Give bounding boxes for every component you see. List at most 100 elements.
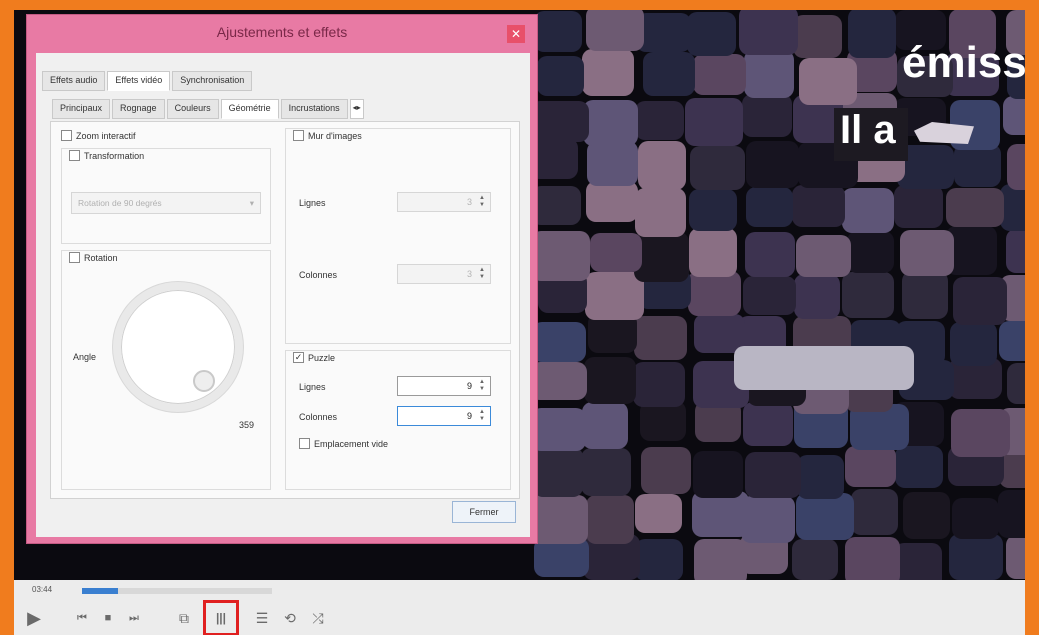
transform-label: Transformation [84, 150, 145, 161]
wall-cols-spinbox[interactable]: 3 ▲ ▼ [397, 264, 491, 284]
puzzle-label: Puzzle [308, 352, 336, 363]
puzzle-piece [949, 534, 1004, 580]
puzzle-piece [635, 101, 684, 140]
close-button[interactable]: Fermer [452, 501, 516, 523]
blank-slot-checkbox[interactable] [299, 438, 310, 449]
dial-knob[interactable] [193, 370, 215, 392]
puzzle-piece [531, 186, 582, 225]
puzzle-piece [584, 272, 645, 321]
puzzle-checkbox[interactable]: ✓ [293, 352, 304, 363]
zoom-label: Zoom interactif [76, 130, 136, 141]
puzzle-piece [850, 489, 899, 535]
wall-cols-label: Colonnes [299, 270, 338, 280]
puzzle-piece [1006, 363, 1025, 405]
subtab-crop[interactable]: Rognage [112, 99, 165, 119]
puzzle-piece [688, 189, 738, 232]
subtab-colors[interactable]: Couleurs [166, 99, 219, 119]
puzzle-piece [741, 93, 792, 138]
puzzle-piece [791, 185, 845, 227]
puzzle-piece [531, 322, 587, 363]
puzzle-piece [530, 361, 587, 401]
puzzle-piece [894, 185, 944, 228]
transform-checkbox[interactable] [69, 150, 80, 161]
playlist-icon[interactable]: ☰ [252, 608, 272, 628]
puzzle-piece [635, 493, 683, 534]
subtab-geometry[interactable]: Géométrie [220, 99, 279, 119]
blank-slot-checkbox-row[interactable]: Emplacement vide [299, 438, 388, 449]
puzzle-lines-value: 9 [466, 381, 472, 391]
puzzle-lines-spinbox[interactable]: 9 ▲ ▼ [397, 376, 491, 396]
puzzle-piece [791, 538, 838, 580]
zoom-checkbox-row[interactable]: Zoom interactif [61, 130, 136, 141]
spin-arrows-icon[interactable]: ▲ ▼ [476, 195, 488, 209]
rotation-checkbox[interactable] [69, 252, 80, 263]
previous-icon[interactable]: ⏮ [72, 608, 92, 628]
puzzle-cols-spinbox[interactable]: 9 ▲ ▼ [397, 406, 491, 426]
seek-bar[interactable] [82, 588, 272, 594]
angle-dial[interactable] [113, 282, 243, 412]
dialog-title: Ajustements et effets [216, 24, 348, 40]
transform-select-value: Rotation de 90 degrés [78, 198, 162, 208]
subtab-overlay[interactable]: Incrustations [280, 99, 348, 119]
puzzle-piece [798, 58, 857, 106]
transform-checkbox-row[interactable]: Transformation [69, 150, 144, 161]
puzzle-cols-label: Colonnes [299, 412, 338, 422]
puzzle-piece [590, 233, 643, 273]
puzzle-piece [1006, 534, 1025, 579]
stop-icon[interactable]: ■ [98, 608, 118, 628]
seek-progress [82, 588, 119, 594]
puzzle-piece [586, 10, 645, 51]
play-icon[interactable]: ▶ [24, 608, 44, 628]
spin-arrows-icon[interactable]: ▲ ▼ [476, 379, 488, 393]
puzzle-piece [582, 100, 639, 146]
fullscreen-icon[interactable]: ⧉ [174, 608, 194, 628]
puzzle-piece [793, 273, 840, 319]
close-icon[interactable]: ✕ [507, 25, 525, 43]
dialog-titlebar[interactable]: Ajustements et effets ✕ [27, 15, 537, 53]
tab-audio-effects[interactable]: Effets audio [42, 71, 106, 91]
puzzle-piece [796, 234, 851, 277]
puzzle-piece [639, 401, 686, 442]
spin-arrows-icon[interactable]: ▲ ▼ [476, 267, 488, 281]
adjustments-dialog: Ajustements et effets ✕ Effets audio Eff… [26, 14, 538, 544]
puzzle-piece [847, 10, 897, 58]
rotation-checkbox-row[interactable]: Rotation [69, 252, 118, 263]
tab-synchronization[interactable]: Synchronisation [172, 71, 253, 91]
puzzle-piece [841, 188, 894, 234]
wall-label: Mur d'images [308, 130, 362, 141]
tab-video-effects[interactable]: Effets vidéo [107, 71, 171, 91]
wall-cols-value: 3 [466, 269, 472, 279]
loop-icon[interactable]: ⟲ [280, 608, 300, 628]
puzzle-piece [530, 100, 589, 143]
wall-lines-spinbox[interactable]: 3 ▲ ▼ [397, 192, 491, 212]
subtitle-line-1: émiss [902, 38, 1025, 87]
puzzle-checkbox-row[interactable]: ✓ Puzzle [293, 352, 335, 363]
puzzle-piece [742, 275, 796, 315]
subtab-essential[interactable]: Principaux [52, 99, 111, 119]
tab-scroll-arrows-icon[interactable]: ◂▸ [349, 99, 364, 119]
puzzle-piece [953, 276, 1008, 326]
zoom-checkbox[interactable] [61, 130, 72, 141]
wall-checkbox[interactable] [293, 130, 304, 141]
puzzle-piece [901, 270, 948, 319]
puzzle-piece [533, 538, 590, 578]
puzzle-piece [586, 181, 638, 222]
puzzle-piece [693, 450, 744, 499]
shuffle-icon[interactable]: ⤮ [308, 608, 328, 628]
puzzle-piece [949, 321, 998, 366]
puzzle-piece [738, 10, 798, 56]
wall-checkbox-row[interactable]: Mur d'images [293, 130, 362, 141]
puzzle-piece [529, 495, 588, 545]
transform-select[interactable]: Rotation de 90 degrés ▾ [71, 192, 261, 214]
spin-arrows-icon[interactable]: ▲ ▼ [476, 409, 488, 423]
next-icon[interactable]: ⏭ [124, 608, 144, 628]
puzzle-piece [688, 271, 742, 317]
puzzle-piece [999, 320, 1025, 362]
puzzle-piece [635, 188, 686, 238]
puzzle-piece [796, 454, 845, 499]
puzzle-piece [951, 498, 999, 539]
player-controls: 03:44 ▶ ⏮ ■ ⏭ ⧉ ||| ☰ ⟲ ⤮ [14, 580, 1025, 635]
chevron-down-icon: ▾ [249, 198, 254, 208]
puzzle-piece [745, 186, 794, 227]
puzzle-piece [745, 141, 799, 188]
